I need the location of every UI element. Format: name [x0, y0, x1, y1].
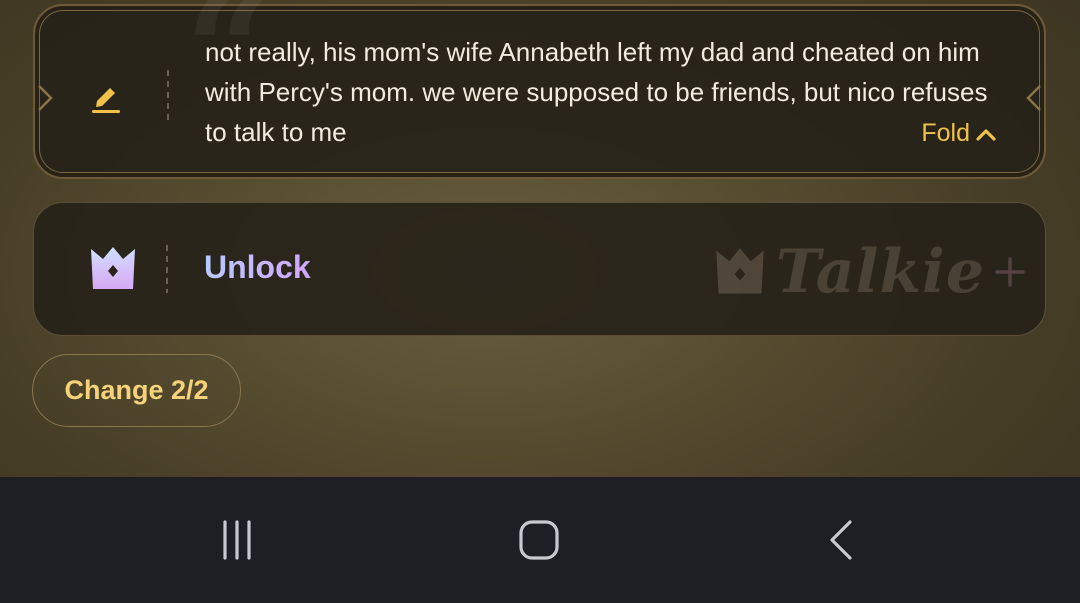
crown-icon: [91, 247, 135, 289]
reply-text: not really, his mom's wife Annabeth left…: [205, 37, 988, 147]
divider: [167, 70, 169, 122]
talkie-watermark-text: Talkie: [775, 237, 985, 307]
talkie-watermark: Talkie: [712, 237, 1027, 307]
back-icon: [830, 520, 852, 560]
change-button[interactable]: Change 2/2: [32, 354, 241, 427]
chevron-up-icon: [976, 128, 996, 141]
frame-right-chevron-icon: [1026, 85, 1041, 111]
chat-stage: “ not really, his mom's wife Annabeth le…: [0, 0, 1080, 477]
pencil-icon: [92, 88, 120, 113]
edit-button[interactable]: [85, 76, 127, 118]
plus-icon: [995, 257, 1025, 287]
fold-button[interactable]: Fold: [921, 119, 996, 148]
divider: [166, 245, 168, 293]
recents-button[interactable]: [207, 515, 267, 565]
reply-card: “ not really, his mom's wife Annabeth le…: [33, 0, 1046, 179]
home-icon: [519, 520, 559, 560]
home-button[interactable]: [509, 515, 569, 565]
unlock-card[interactable]: Unlock Talkie: [33, 202, 1046, 336]
watermark-crown-icon: [716, 248, 764, 294]
fold-label: Fold: [921, 119, 970, 147]
back-button[interactable]: [812, 515, 872, 565]
recents-icon: [223, 520, 251, 560]
system-navigation-bar: [0, 477, 1080, 603]
unlock-label: Unlock: [204, 249, 311, 285]
frame-left-chevron-icon: [38, 85, 53, 111]
